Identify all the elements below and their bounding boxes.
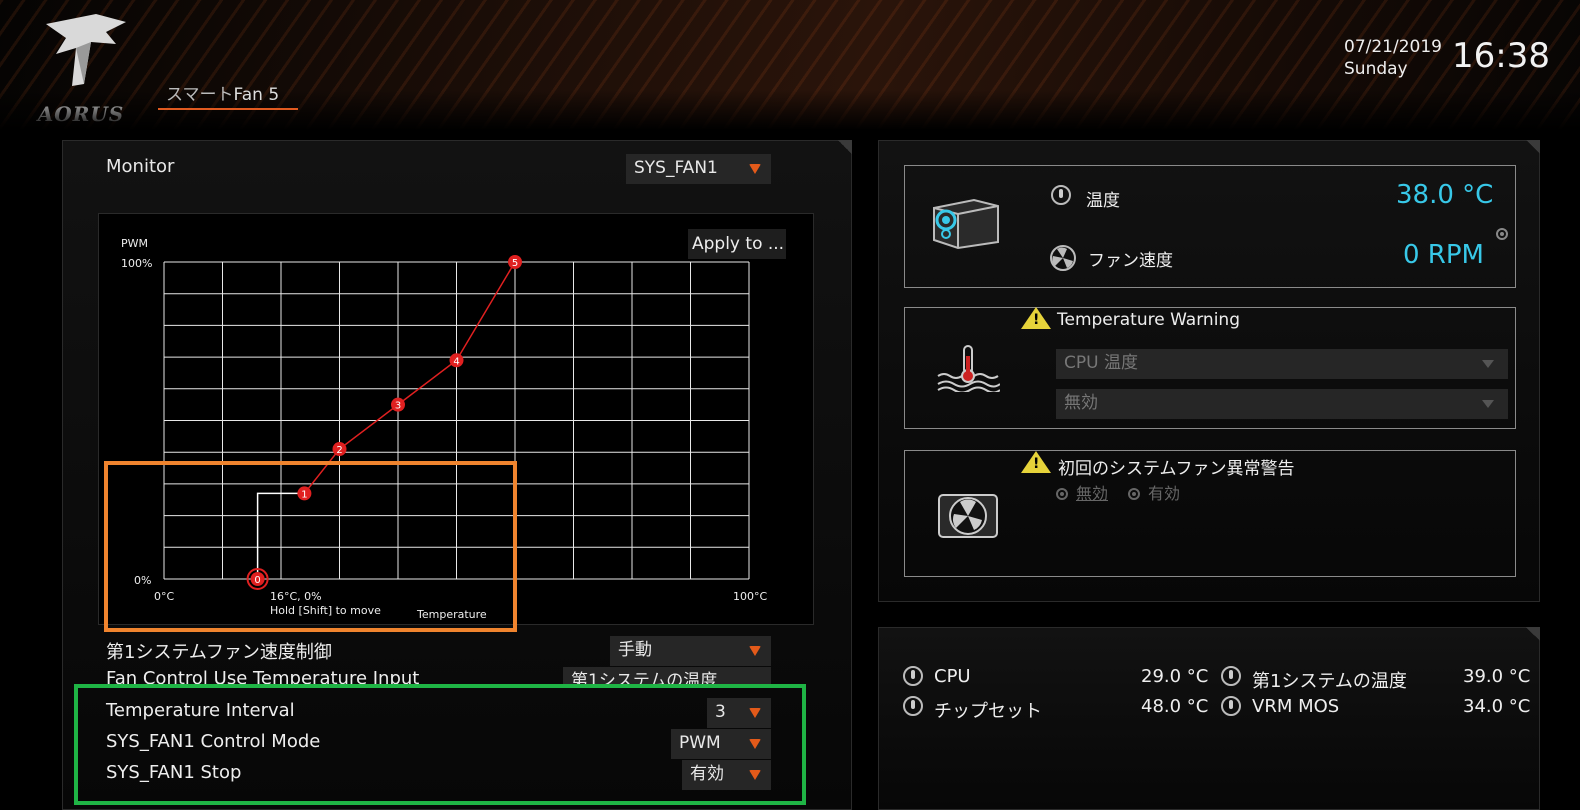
fan-fail-on-radio[interactable]: 有効 bbox=[1128, 480, 1180, 504]
eagle-icon bbox=[46, 14, 126, 86]
highlight-box-orange bbox=[104, 461, 517, 632]
fan-fail-on-label: 有効 bbox=[1148, 484, 1181, 503]
header-bar: AORUS スマートFan 5 bbox=[0, 0, 1580, 130]
temp-value: 38.0 °C bbox=[1396, 180, 1494, 210]
curve-point-label: 2 bbox=[336, 445, 342, 456]
fan-speed-control-label: 第1システムファン速度制御 bbox=[106, 642, 332, 663]
warning-level-select[interactable]: 無効 bbox=[1056, 389, 1508, 419]
vrm-temp-label: VRM MOS bbox=[1252, 696, 1340, 717]
sys1-temp-value: 39.0 °C bbox=[1463, 666, 1531, 687]
temp-label: 温度 bbox=[1086, 191, 1120, 211]
aorus-logo: AORUS bbox=[26, 14, 136, 126]
fan-speed-label: ファン速度 bbox=[1088, 251, 1173, 271]
thermometer-icon bbox=[903, 696, 923, 716]
case-fan-icon bbox=[938, 494, 998, 538]
logo-text: AORUS bbox=[37, 102, 125, 126]
chipset-temp-label: チップセット bbox=[934, 701, 1042, 722]
x-tick-100: 100°C bbox=[733, 590, 767, 603]
curve-line bbox=[303, 261, 516, 494]
cpu-temp-label: CPU bbox=[934, 666, 971, 687]
radio-dot-icon bbox=[1128, 488, 1140, 500]
apply-to-button[interactable]: Apply to ... bbox=[688, 229, 786, 259]
chipset-temp-value: 48.0 °C bbox=[1141, 696, 1209, 717]
chevron-down-icon bbox=[1482, 400, 1494, 408]
fan-fail-off-label: 無効 bbox=[1076, 484, 1109, 503]
curve-point-label: 5 bbox=[512, 258, 518, 269]
curve-point-2[interactable]: 2 bbox=[332, 442, 347, 457]
warning-source-value: CPU 温度 bbox=[1064, 353, 1138, 373]
date-text: 07/21/2019 bbox=[1344, 37, 1442, 57]
warning-level-value: 無効 bbox=[1064, 393, 1098, 413]
curve-point-4[interactable]: 4 bbox=[449, 353, 464, 368]
chevron-down-icon bbox=[749, 646, 761, 656]
settings-gear-icon[interactable] bbox=[1494, 226, 1510, 242]
fan-speed-control-select[interactable]: 手動 bbox=[610, 636, 771, 666]
temp-warning-title: Temperature Warning bbox=[1057, 310, 1240, 330]
y-tick-100: 100% bbox=[121, 257, 152, 270]
chevron-down-icon bbox=[1482, 360, 1494, 368]
monitor-select-value: SYS_FAN1 bbox=[634, 158, 718, 178]
pc-case-icon bbox=[933, 198, 999, 250]
day-text: Sunday bbox=[1344, 59, 1408, 79]
fan-fail-off-radio[interactable]: 無効 bbox=[1056, 480, 1108, 504]
fan-speed-value: 0 RPM bbox=[1403, 240, 1484, 270]
warning-source-select[interactable]: CPU 温度 bbox=[1056, 349, 1508, 379]
clock-time: 16:38 bbox=[1452, 36, 1550, 76]
tab-prefix: スマート bbox=[166, 85, 234, 105]
fan-icon bbox=[1050, 245, 1076, 271]
monitor-label: Monitor bbox=[106, 156, 175, 177]
curve-point-label: 4 bbox=[453, 356, 459, 367]
radio-dot-icon bbox=[1056, 488, 1068, 500]
curve-point-5[interactable]: 5 bbox=[508, 255, 522, 269]
curve-point-3[interactable]: 3 bbox=[391, 397, 405, 412]
date-block: 07/21/2019 Sunday bbox=[1344, 36, 1442, 80]
chevron-down-icon bbox=[749, 164, 761, 174]
thermometer-icon bbox=[1051, 185, 1071, 205]
cpu-temp-value: 29.0 °C bbox=[1141, 666, 1209, 687]
fan-speed-control-value: 手動 bbox=[618, 640, 652, 660]
sys1-temp-label: 第1システムの温度 bbox=[1252, 671, 1407, 692]
thermometer-icon bbox=[903, 666, 923, 686]
thermometer-icon bbox=[1221, 696, 1241, 716]
y-axis-label: PWM bbox=[121, 237, 148, 250]
tab-smart-fan[interactable]: スマートFan 5 bbox=[158, 80, 298, 110]
thermometer-icon bbox=[1221, 666, 1241, 686]
monitor-select[interactable]: SYS_FAN1 bbox=[626, 154, 771, 184]
tab-suffix: Fan 5 bbox=[233, 85, 280, 105]
thermometer-waves-icon bbox=[937, 345, 1000, 392]
fan-fail-warning-title: 初回のシステムファン異常警告 bbox=[1058, 459, 1295, 479]
curve-point-label: 3 bbox=[395, 401, 401, 412]
highlight-box-green bbox=[74, 684, 806, 805]
vrm-temp-value: 34.0 °C bbox=[1463, 696, 1531, 717]
